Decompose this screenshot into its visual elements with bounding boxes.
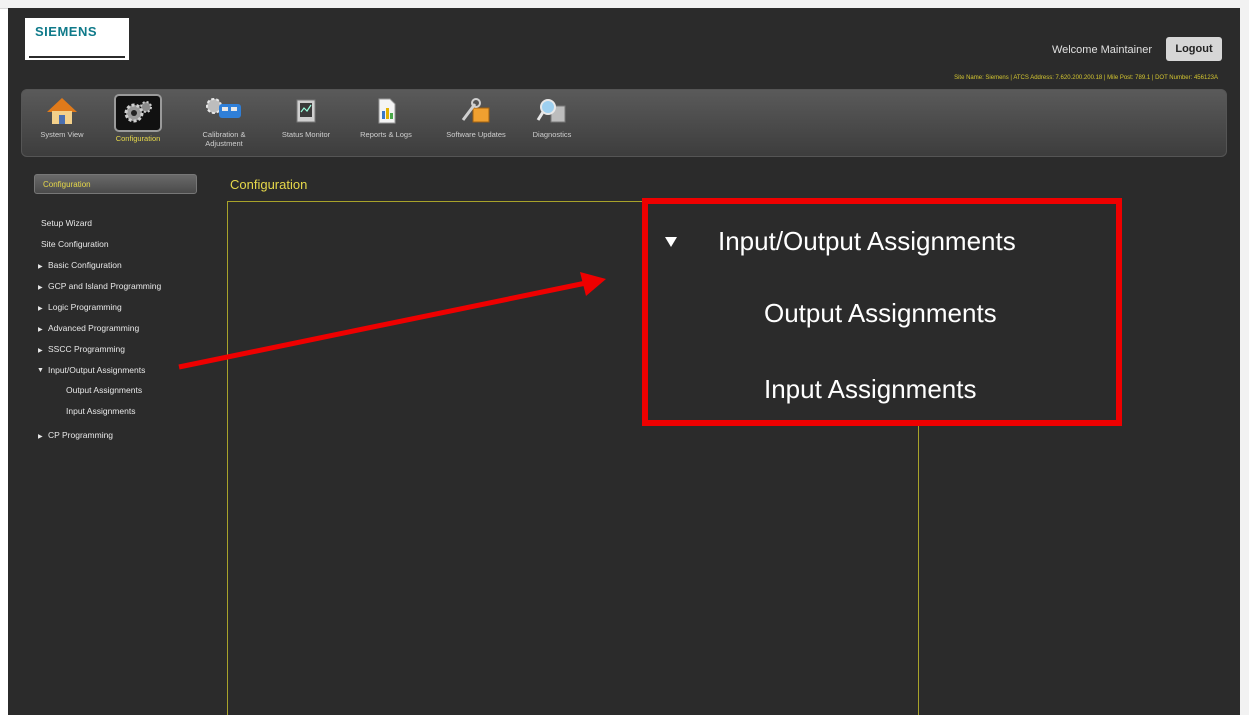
- collapse-triangle-icon: [665, 237, 677, 247]
- callout-item-output: Output Assignments: [764, 298, 997, 328]
- callout-item-input: Input Assignments: [764, 374, 977, 404]
- callout-title: Input/Output Assignments: [718, 226, 1016, 256]
- app-window: SIEMENS Welcome Maintainer Logout Site N…: [8, 8, 1240, 715]
- window-right-edge: [1240, 8, 1249, 715]
- zoom-callout: Input/Output Assignments Output Assignme…: [642, 198, 1122, 426]
